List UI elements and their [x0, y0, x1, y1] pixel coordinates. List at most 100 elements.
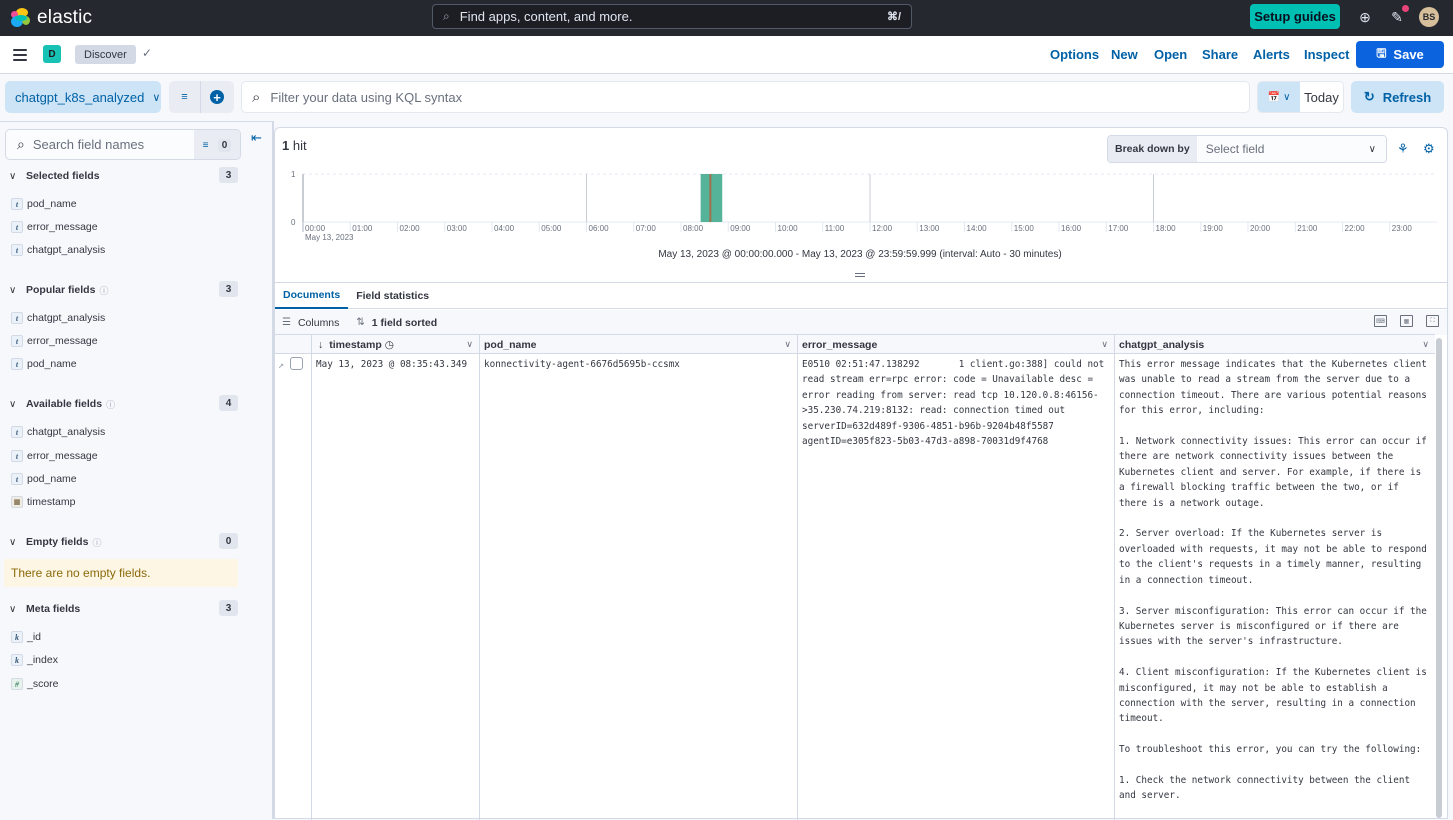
edit-visualization-icon[interactable]: ⚘ — [1397, 141, 1409, 157]
alerts-link[interactable]: Alerts — [1253, 47, 1290, 62]
chevron-down-icon[interactable]: ∨ — [1101, 339, 1108, 350]
kql-input[interactable] — [270, 89, 1249, 105]
field-item[interactable]: t pod_name — [11, 357, 77, 371]
chevron-down-icon: ∨ — [9, 170, 17, 182]
text-type-icon: t — [11, 312, 23, 324]
user-avatar[interactable]: BS — [1419, 7, 1439, 27]
field-item[interactable]: t pod_name — [11, 472, 77, 486]
breakdown-placeholder: Select field — [1205, 142, 1265, 156]
global-search-input[interactable] — [459, 9, 887, 24]
elastic-logo[interactable]: elastic — [11, 7, 92, 29]
cell-pod-name[interactable]: konnectivity-agent-6676d5695b-ccsmx — [480, 354, 798, 820]
section-count: 3 — [219, 600, 238, 616]
calendar-icon: 📅 — [1267, 91, 1281, 103]
tab-field-statistics[interactable]: Field statistics — [348, 283, 437, 309]
section-title: Meta fields — [26, 603, 81, 615]
cell-chatgpt-analysis[interactable]: This error message indicates that the Ku… — [1115, 354, 1435, 820]
chevron-down-icon: ∨ — [9, 398, 17, 410]
row-select-checkbox[interactable] — [290, 357, 304, 370]
breakdown-field-select[interactable]: Select field ∨ — [1196, 136, 1386, 162]
global-search[interactable]: ⌕ ⌘/ — [432, 4, 912, 29]
quick-date-menu[interactable]: 📅 ∨ — [1258, 82, 1300, 112]
filter-menu-button[interactable]: ≡ — [169, 81, 201, 113]
refresh-button[interactable]: ↻ Refresh — [1351, 81, 1444, 113]
expand-document-icon[interactable]: ↗ — [278, 358, 284, 373]
field-search-input[interactable] — [32, 137, 183, 152]
date-type-icon: ▦ — [11, 496, 23, 508]
section-popular-fields[interactable]: ∨ Popular fields ⓘ 3 — [9, 281, 238, 298]
control-column-header — [275, 335, 312, 354]
grid-header-row: ↓ timestamp ◷ ∨ pod_name ∨ error_message… — [275, 334, 1435, 354]
cell-timestamp[interactable]: May 13, 2023 @ 08:35:43.349 — [312, 354, 480, 820]
breakdown-selector[interactable]: Break down by Select field ∨ — [1107, 135, 1387, 163]
help-icon[interactable]: ⓘ — [106, 398, 115, 411]
breadcrumb[interactable]: Discover — [75, 45, 136, 64]
field-item[interactable]: # _score — [11, 677, 59, 691]
save-button[interactable]: 🖫 Save — [1356, 41, 1444, 68]
fullscreen-icon[interactable]: ⛶ — [1426, 315, 1439, 327]
news-feed-icon[interactable]: ✎ — [1388, 5, 1409, 26]
keyboard-shortcuts-icon[interactable]: ⌨ — [1374, 315, 1387, 327]
number-type-icon: # — [11, 678, 23, 690]
gear-icon[interactable]: ⚙ — [1423, 141, 1435, 157]
menu-icon[interactable] — [13, 49, 27, 61]
columns-button[interactable]: ☰ Columns — [282, 317, 339, 329]
field-item[interactable]: k _id — [11, 630, 41, 644]
help-icon[interactable]: ⊕ — [1356, 8, 1374, 26]
column-header-timestamp[interactable]: ↓ timestamp ◷ ∨ — [312, 335, 480, 354]
columns-label: Columns — [297, 316, 340, 329]
x-tick-label: 05:00 — [541, 224, 562, 233]
field-item[interactable]: t chatgpt_analysis — [11, 311, 105, 325]
sort-icon: ⇅ — [356, 317, 365, 328]
cell-error-message[interactable]: E0510 02:51:47.138292 1 client.go:388] c… — [798, 354, 1115, 820]
tab-documents[interactable]: Documents — [275, 283, 349, 309]
field-item[interactable]: t error_message — [11, 220, 98, 234]
field-item[interactable]: t pod_name — [11, 197, 77, 211]
column-header-error-message[interactable]: error_message ∨ — [798, 335, 1115, 354]
field-item[interactable]: t chatgpt_analysis — [11, 425, 105, 439]
chevron-down-icon[interactable]: ∨ — [1422, 339, 1429, 350]
panel-resize-handle[interactable] — [855, 273, 865, 277]
chevron-down-icon[interactable]: ∨ — [466, 339, 473, 350]
chevron-down-icon[interactable]: ∨ — [784, 339, 791, 350]
add-filter-button[interactable]: + — [201, 81, 233, 113]
column-header-chatgpt-analysis[interactable]: chatgpt_analysis ∨ — [1115, 335, 1435, 354]
field-item[interactable]: t chatgpt_analysis — [11, 243, 105, 257]
share-link[interactable]: Share — [1202, 47, 1238, 62]
section-meta-fields[interactable]: ∨ Meta fields 3 — [9, 600, 238, 617]
field-search[interactable]: ⌕ ≡ 0 — [5, 129, 241, 160]
field-item[interactable]: t error_message — [11, 334, 98, 348]
field-item[interactable]: t error_message — [11, 449, 98, 463]
x-tick-label: 03:00 — [447, 224, 468, 233]
date-range-display[interactable]: Today — [1300, 82, 1343, 112]
data-view-picker[interactable]: chatgpt_k8s_analyzed ∨ — [5, 81, 161, 113]
save-icon: 🖫 — [1376, 46, 1387, 60]
field-item[interactable]: k _index — [11, 653, 58, 667]
sort-button[interactable]: ⇅ 1 field sorted — [356, 317, 437, 329]
column-title: chatgpt_analysis — [1119, 338, 1205, 351]
setup-guides-button[interactable]: Setup guides — [1250, 4, 1340, 29]
help-icon[interactable]: ⓘ — [99, 284, 108, 297]
text-type-icon: t — [11, 450, 23, 462]
options-link[interactable]: Options — [1050, 47, 1099, 62]
help-icon[interactable]: ⓘ — [92, 536, 101, 549]
section-count: 3 — [219, 167, 238, 183]
space-avatar[interactable]: D — [43, 45, 61, 63]
kql-query-bar[interactable]: ⌕ — [241, 81, 1250, 113]
section-empty-fields[interactable]: ∨ Empty fields ⓘ 0 — [9, 533, 238, 550]
inspect-link[interactable]: Inspect — [1304, 47, 1350, 62]
open-link[interactable]: Open — [1154, 47, 1187, 62]
x-tick-label: 20:00 — [1250, 224, 1271, 233]
new-link[interactable]: New — [1111, 47, 1138, 62]
collapse-sidebar-icon[interactable]: ⇤ — [251, 130, 262, 146]
field-type-filter[interactable]: ≡ 0 — [194, 130, 240, 159]
global-header: elastic ⌕ ⌘/ Setup guides ⊕ ✎ BS — [0, 0, 1453, 36]
field-item[interactable]: ▦ timestamp — [11, 495, 75, 509]
section-available-fields[interactable]: ∨ Available fields ⓘ 4 — [9, 395, 238, 412]
hits-label: hit — [292, 138, 307, 153]
section-selected-fields[interactable]: ∨ Selected fields 3 — [9, 167, 238, 184]
text-type-icon: t — [11, 221, 23, 233]
column-header-pod-name[interactable]: pod_name ∨ — [480, 335, 798, 354]
display-settings-icon[interactable]: ▦ — [1400, 315, 1413, 327]
grid-scrollbar[interactable] — [1436, 338, 1442, 818]
